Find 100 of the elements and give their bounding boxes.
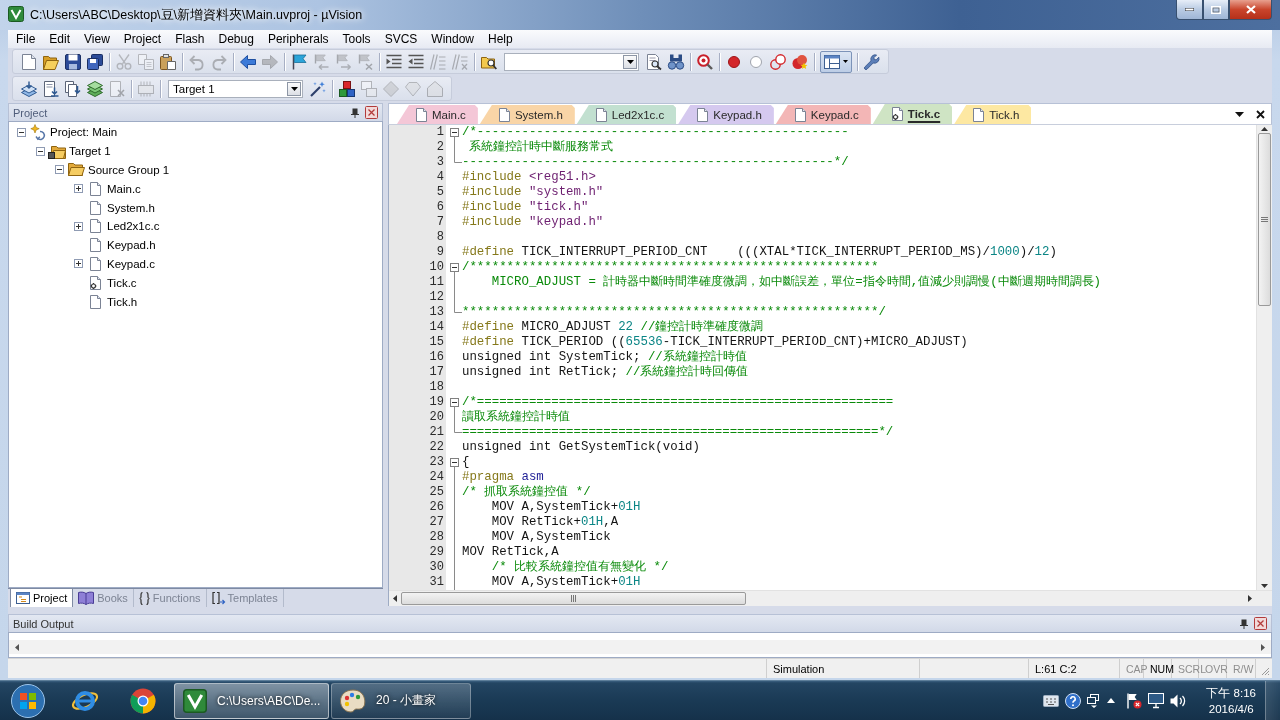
tree-item[interactable]: Target 1 — [69, 145, 111, 158]
magnifier-icon[interactable] — [697, 53, 713, 70]
minus-box-icon[interactable] — [55, 165, 64, 175]
menu-item[interactable]: View — [77, 30, 117, 48]
flag-icon[interactable] — [291, 53, 307, 70]
arrow-left-icon[interactable] — [240, 53, 256, 70]
minimize-button[interactable] — [1176, 0, 1203, 20]
arrow-right-icon[interactable] — [1248, 595, 1252, 602]
plus-box-icon[interactable] — [74, 259, 83, 269]
resize-grip-icon — [1261, 667, 1270, 676]
fold-minus-icon[interactable] — [450, 260, 459, 275]
panel-tab[interactable]: Project — [10, 589, 74, 607]
window-caret-icon[interactable] — [1087, 693, 1102, 708]
line-number: 18 — [429, 380, 444, 395]
outdent-icon[interactable] — [408, 53, 424, 70]
tree-item[interactable]: Keypad.c — [107, 257, 155, 270]
indent-icon[interactable] — [386, 53, 402, 70]
menu-item[interactable]: File — [9, 30, 43, 48]
layers-icon[interactable] — [87, 80, 103, 97]
combo-field[interactable]: Target 1 — [168, 79, 303, 98]
dropdown-button[interactable] — [623, 54, 637, 69]
folder-icon[interactable] — [43, 53, 59, 70]
monitor-icon[interactable] — [1148, 693, 1165, 708]
file-tab[interactable]: Keypad.c — [775, 105, 871, 124]
tree-item[interactable]: System.h — [107, 201, 155, 214]
plus-box-icon[interactable] — [74, 221, 83, 231]
arrow-right-icon[interactable] — [1261, 643, 1265, 651]
fold-minus-icon[interactable] — [450, 125, 459, 140]
arrow-left-icon[interactable] — [393, 595, 397, 602]
binoculars-icon[interactable] — [668, 53, 684, 70]
minus-box-icon[interactable] — [36, 146, 45, 156]
file-tab[interactable]: Main.c — [397, 105, 478, 124]
arrow-up-icon[interactable] — [1261, 127, 1268, 131]
tree-item[interactable]: Source Group 1 — [88, 164, 170, 176]
maximize-button[interactable] — [1203, 0, 1229, 20]
file-tab[interactable]: Led2x1c.c — [576, 105, 677, 124]
vertical-scrollbar[interactable] — [1256, 125, 1272, 590]
keyboard-icon[interactable] — [1043, 694, 1060, 707]
tree-item[interactable]: Tick.h — [107, 295, 138, 308]
tree-item[interactable]: Led2x1c.c — [107, 220, 160, 233]
horizontal-scrollbar[interactable] — [389, 590, 1272, 606]
taskbar-button[interactable]: 20 - 小畫家 — [331, 682, 471, 719]
menu-item[interactable]: Debug — [211, 30, 261, 48]
file-tab[interactable]: System.h — [479, 105, 575, 124]
code-line: /*======================================================== — [462, 395, 894, 410]
speaker-icon[interactable] — [1170, 693, 1187, 708]
menu-item[interactable]: Edit — [42, 30, 78, 48]
breakpoint-icon[interactable] — [728, 55, 740, 68]
arrow-left-icon[interactable] — [15, 643, 19, 651]
stack-arrow-icon[interactable] — [21, 80, 37, 97]
tree-item[interactable]: Main.c — [107, 182, 141, 195]
scrollbar-thumb[interactable] — [401, 592, 746, 605]
file-tab[interactable]: Tick.c — [872, 104, 953, 124]
circle-logo-icon[interactable] — [130, 687, 156, 714]
page-arrow-icon[interactable] — [43, 80, 59, 97]
menu-item[interactable]: Tools — [335, 30, 378, 48]
file-tab[interactable]: Keypad.h — [678, 105, 774, 124]
horizontal-scrollbar[interactable] — [9, 640, 1271, 654]
help-icon[interactable] — [1065, 692, 1082, 709]
magic-wand-icon[interactable] — [310, 80, 326, 97]
clipboard-icon[interactable] — [160, 53, 176, 70]
menu-item[interactable]: Flash — [168, 30, 212, 48]
scrollbar-thumb[interactable] — [1258, 133, 1271, 306]
page-icon[interactable] — [21, 53, 37, 70]
menu-item[interactable]: Window — [424, 30, 481, 48]
line-number: 31 — [429, 575, 444, 590]
dots-star-icon[interactable] — [792, 53, 808, 70]
page-search-icon[interactable] — [646, 53, 662, 70]
tree-item[interactable]: Tick.c — [107, 276, 137, 289]
flag-cross-icon[interactable] — [1126, 692, 1143, 709]
dropdown-button[interactable] — [287, 81, 301, 96]
pages-arrow-icon[interactable] — [65, 80, 81, 97]
plus-box-icon[interactable] — [74, 184, 83, 194]
tree-item[interactable]: Project: Main — [50, 126, 118, 139]
code-editor[interactable] — [389, 125, 1256, 590]
taskbar-button[interactable]: C:\Users\ABC\De... — [174, 682, 329, 719]
window-layout-button[interactable] — [820, 50, 852, 73]
circles-icon[interactable] — [770, 53, 786, 70]
floppy-disks-icon[interactable] — [87, 53, 103, 70]
caret-up-icon[interactable] — [1107, 698, 1116, 703]
menu-item[interactable]: Peripherals — [260, 30, 336, 48]
caret-down-icon[interactable] — [1235, 111, 1244, 117]
code-line: #include "system.h" — [462, 185, 604, 200]
menu-item[interactable]: SVCS — [377, 30, 425, 48]
wrench-icon[interactable] — [864, 53, 880, 70]
minus-box-icon[interactable] — [17, 127, 26, 137]
blocks-icon[interactable] — [339, 80, 355, 97]
fold-minus-icon[interactable] — [450, 395, 459, 410]
menu-item[interactable]: Project — [116, 30, 169, 48]
fold-minus-icon[interactable] — [450, 455, 459, 470]
file-tab[interactable]: Tick.h — [954, 105, 1032, 124]
window-title: C:\Users\ABC\Desktop\豆\新增資料夾\Main.uvproj - µVision — [30, 7, 363, 24]
tree-item[interactable]: Keypad.h — [107, 239, 156, 252]
arrow-down-icon[interactable] — [1261, 584, 1268, 588]
line-number: 22 — [429, 440, 444, 455]
show-desktop-button[interactable] — [1265, 680, 1280, 720]
combo-field[interactable] — [504, 52, 639, 71]
menu-item[interactable]: Help — [481, 30, 520, 48]
close-button[interactable] — [1229, 0, 1272, 20]
close-icon[interactable] — [1256, 109, 1265, 119]
